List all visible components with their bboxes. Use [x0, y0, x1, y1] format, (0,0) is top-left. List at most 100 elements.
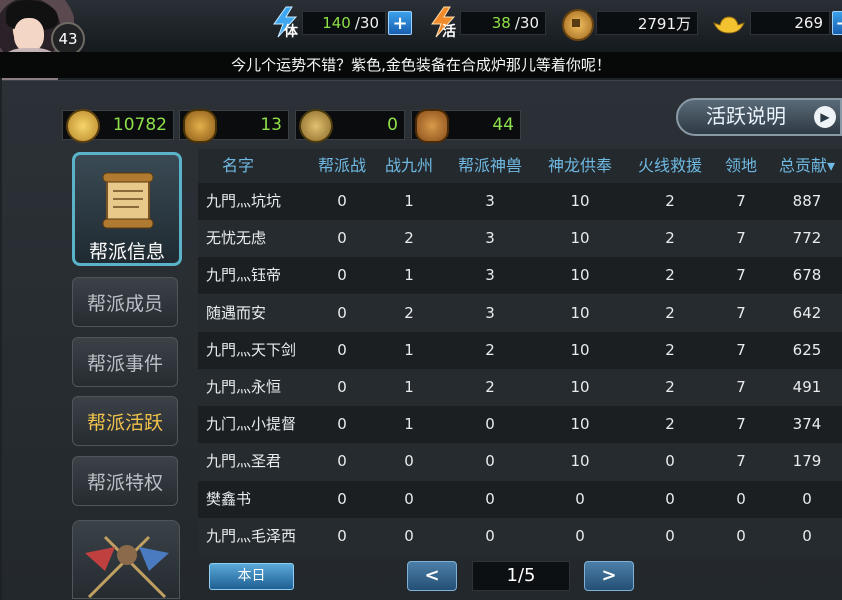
- resource-value: 10782: [112, 115, 167, 135]
- fire-rescue-score: 2: [665, 340, 675, 359]
- total-contribution: 887: [792, 192, 822, 210]
- sidebar-item-guild-events[interactable]: 帮派事件: [72, 337, 178, 387]
- total-contribution: 491: [792, 378, 822, 396]
- today-filter-button[interactable]: 本日: [209, 563, 294, 590]
- row-name: 九门灬小提督: [206, 415, 297, 434]
- row-name: 樊鑫书: [206, 489, 252, 508]
- table-row[interactable]: 樊鑫书 0 0 0 0 0 0 0: [198, 480, 842, 518]
- guild-beast-score: 3: [485, 266, 495, 285]
- chevron-right-icon: ▶: [814, 106, 836, 128]
- territory-score: 7: [736, 303, 746, 322]
- sidebar-item-guild-info[interactable]: 帮派信息: [72, 152, 182, 266]
- guild-war-score: 0: [337, 526, 347, 545]
- territory-score: 0: [736, 526, 746, 545]
- gold-medal-icon: [66, 109, 100, 143]
- row-name: 九門灬钰帝: [206, 266, 282, 285]
- nine-provinces-score: 1: [404, 192, 414, 210]
- territory-score: 0: [736, 489, 746, 508]
- nine-provinces-score: 2: [404, 229, 414, 248]
- guild-war-score: 0: [337, 378, 347, 396]
- table-row[interactable]: 九门灬小提督 0 1 0 10 2 7 374: [198, 406, 842, 444]
- nine-provinces-score: 2: [404, 303, 414, 322]
- table-row[interactable]: 九門灬天下剑 0 1 2 10 2 7 625: [198, 331, 842, 369]
- table-row[interactable]: 九門灬永恒 0 1 2 10 2 7 491: [198, 369, 842, 406]
- page-indicator: 1/5: [472, 561, 570, 591]
- stamina-stat: 体 140 /30 +: [268, 6, 414, 40]
- table-row[interactable]: 九門灬圣君 0 0 0 10 0 7 179: [198, 443, 842, 481]
- copper-coin-icon: [562, 9, 594, 41]
- total-contribution: 179: [792, 452, 822, 471]
- sidebar-item-guild-privileges[interactable]: 帮派特权: [72, 456, 178, 506]
- sidebar-item-guild-battle[interactable]: [72, 520, 180, 599]
- add-stamina-button[interactable]: +: [388, 11, 412, 35]
- gold-stat: 269 +: [712, 9, 842, 39]
- table-row[interactable]: 随遇而安 0 2 3 10 2 7 642: [198, 294, 842, 332]
- copper-value: 2791万: [596, 11, 698, 35]
- column-header-guild-beast[interactable]: 帮派神兽: [450, 149, 530, 183]
- dragon-offering-score: 0: [575, 489, 585, 508]
- guild-beast-score: 0: [485, 452, 495, 471]
- column-header-guild-war[interactable]: 帮派战: [303, 149, 381, 183]
- fire-rescue-score: 2: [665, 229, 675, 248]
- fire-rescue-score: 2: [665, 415, 675, 434]
- guild-beast-score: 2: [485, 378, 495, 396]
- sidebar-item-label: 帮派活跃: [86, 411, 163, 434]
- table-row[interactable]: 无忧无虑 0 2 3 10 2 7 772: [198, 220, 842, 258]
- sidebar-item-guild-activity[interactable]: 帮派活跃: [72, 396, 178, 446]
- stamina-max: /30: [354, 14, 379, 32]
- vitality-icon-label: 活: [442, 24, 456, 40]
- activity-info-button[interactable]: 活跃说明 ▶: [676, 98, 842, 136]
- nine-provinces-score: 1: [404, 340, 414, 359]
- crossed-flags-icon: [85, 535, 169, 598]
- dragon-offering-score: 10: [570, 452, 590, 471]
- column-header-total-contribution[interactable]: 总贡献▾: [772, 149, 842, 183]
- sidebar-item-guild-members[interactable]: 帮派成员: [72, 277, 178, 327]
- prev-page-button[interactable]: <: [407, 561, 457, 591]
- player-level-badge: 43: [51, 22, 85, 56]
- copper-stat: 2791万: [562, 9, 700, 41]
- fire-rescue-score: 0: [665, 489, 675, 508]
- guild-war-score: 0: [337, 415, 347, 434]
- table-row[interactable]: 九門灬毛泽西 0 0 0 0 0 0 0: [198, 517, 842, 555]
- sidebar-item-label: 帮派事件: [86, 352, 163, 375]
- column-header-nine-provinces[interactable]: 战九州: [378, 149, 440, 183]
- sidebar-item-label: 帮派成员: [86, 292, 163, 315]
- fire-rescue-score: 0: [665, 526, 675, 545]
- column-header-fire-rescue[interactable]: 火线救援: [630, 149, 710, 183]
- table-row[interactable]: 九門灬坑坑 0 1 3 10 2 7 887: [198, 183, 842, 220]
- add-gold-button[interactable]: +: [832, 11, 842, 35]
- dragon-offering-score: 10: [570, 266, 590, 285]
- guild-war-score: 0: [337, 266, 347, 285]
- gold-value: 269: [750, 11, 830, 35]
- vitality-stat: 活 38 /30: [426, 6, 550, 40]
- total-contribution: 0: [802, 526, 812, 545]
- nine-provinces-score: 0: [404, 489, 414, 508]
- total-contribution: 642: [792, 303, 822, 322]
- nine-provinces-score: 1: [404, 415, 414, 434]
- column-header-name[interactable]: 名字: [198, 149, 278, 183]
- table-row[interactable]: 九門灬钰帝 0 1 3 10 2 7 678: [198, 257, 842, 295]
- row-name: 九門灬圣君: [206, 452, 282, 471]
- total-contribution: 625: [792, 340, 822, 359]
- guild-activity-table: 名字 帮派战 战九州 帮派神兽 神龙供奉 火线救援 领地 总贡献▾ 九門灬坑坑 0…: [198, 149, 842, 555]
- column-header-dragon-offering[interactable]: 神龙供奉: [540, 149, 620, 183]
- total-contribution: 0: [802, 489, 812, 508]
- total-contribution: 374: [792, 415, 822, 434]
- column-header-territory[interactable]: 领地: [716, 149, 766, 183]
- gold-ingot-icon: [713, 16, 745, 34]
- next-page-button[interactable]: >: [584, 561, 634, 591]
- dragon-offering-score: 10: [570, 229, 590, 248]
- dragon-offering-score: 0: [575, 526, 585, 545]
- nine-provinces-score: 1: [404, 378, 414, 396]
- fire-rescue-score: 2: [665, 378, 675, 396]
- sidebar-item-label: 帮派特权: [86, 471, 163, 494]
- vitality-value: 38: [491, 14, 511, 32]
- table-header: 名字 帮派战 战九州 帮派神兽 神龙供奉 火线救援 领地 总贡献▾: [198, 149, 842, 183]
- territory-score: 7: [736, 229, 746, 248]
- total-contribution: 678: [792, 266, 822, 285]
- nine-provinces-score: 1: [404, 266, 414, 285]
- guild-beast-score: 3: [485, 229, 495, 248]
- guild-resources: 10782 13 0 44: [62, 109, 522, 143]
- territory-score: 7: [736, 415, 746, 434]
- bronze-token-icon: [415, 109, 449, 143]
